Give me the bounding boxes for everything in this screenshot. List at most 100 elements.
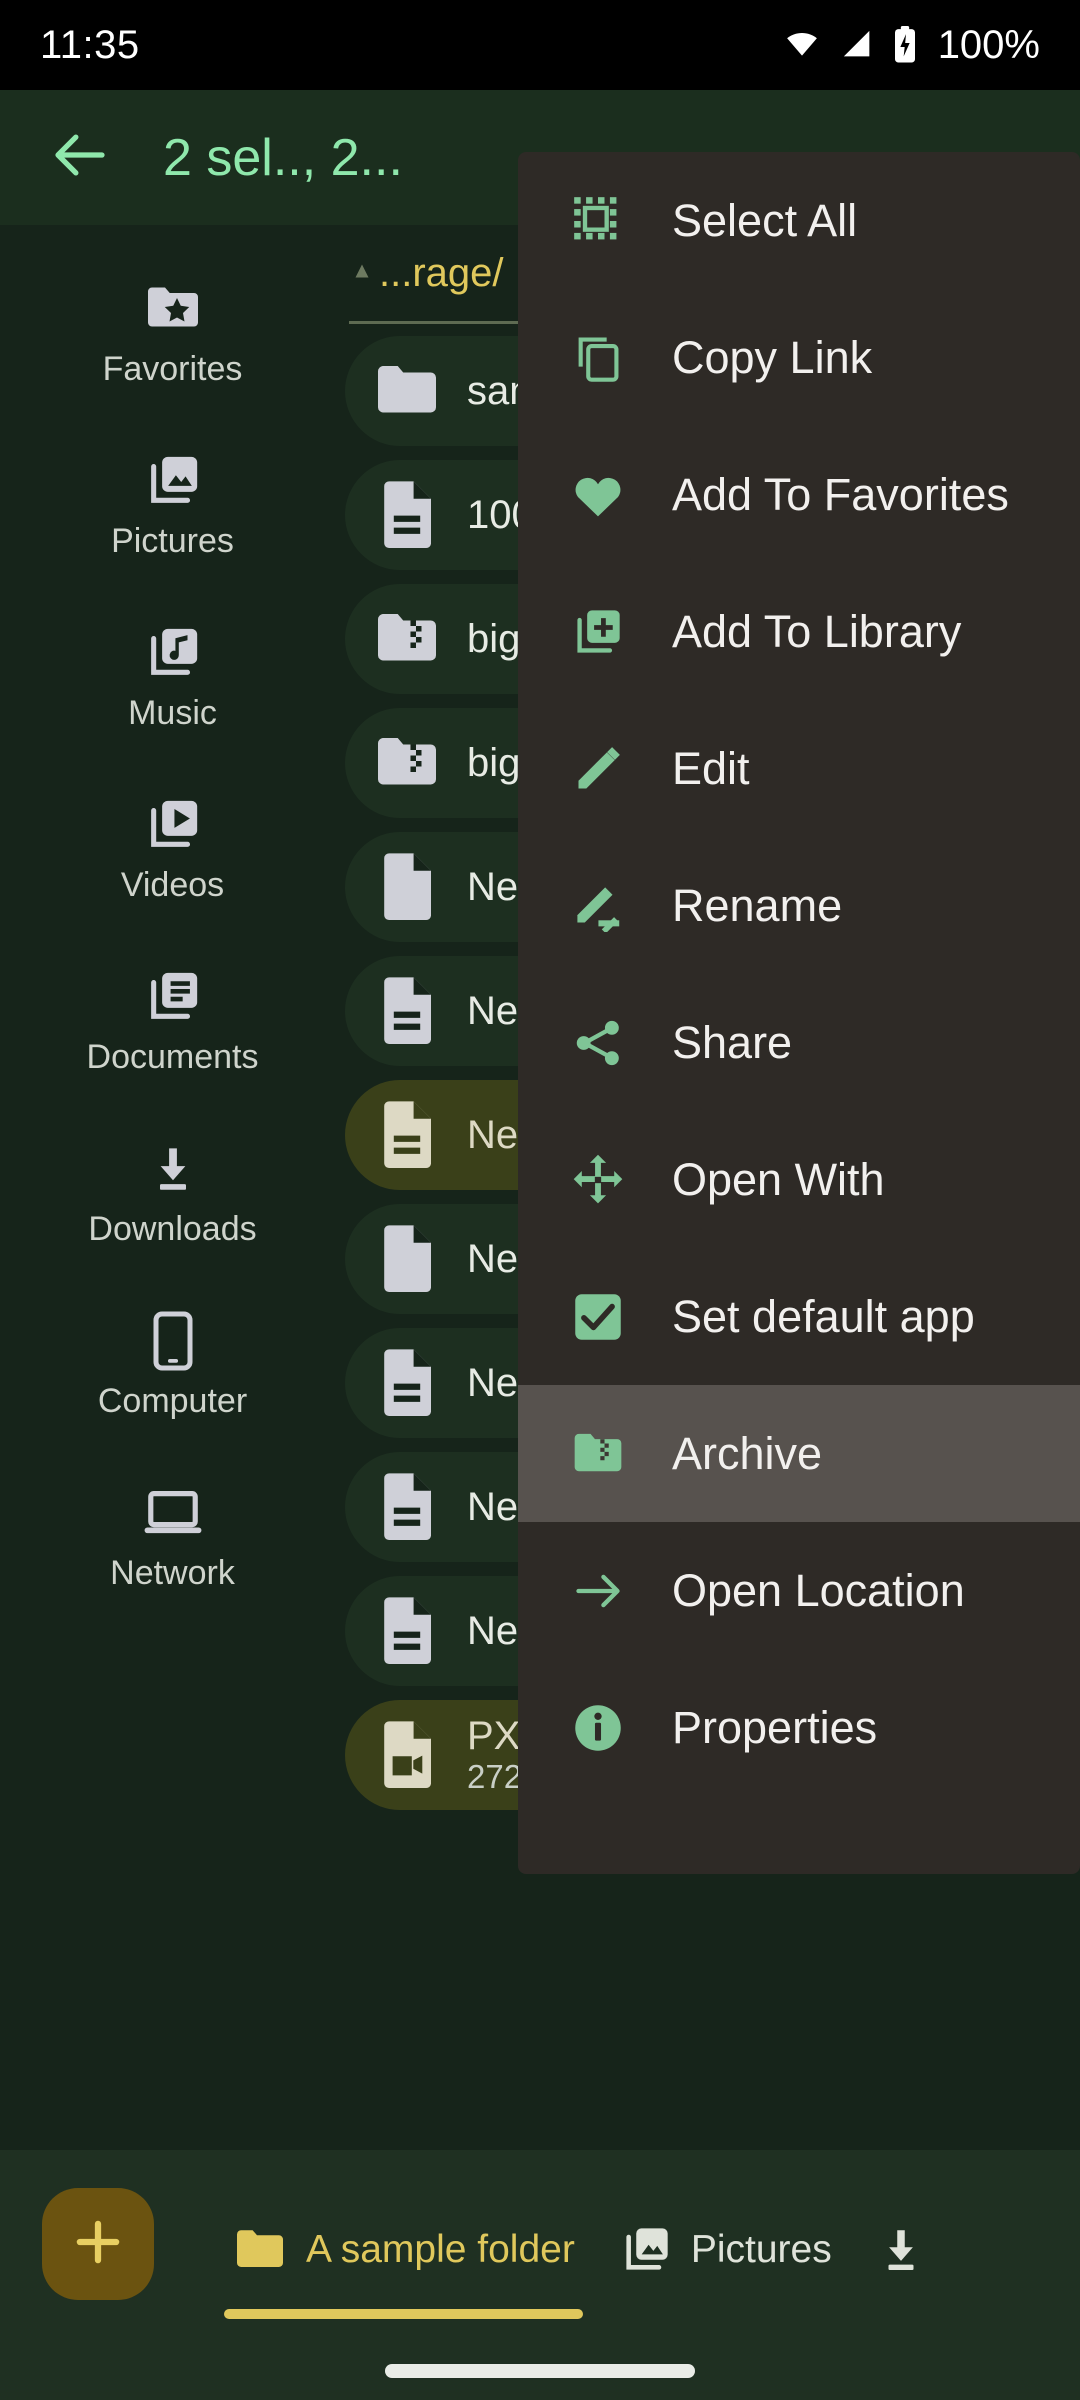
menu-item-label: Select All bbox=[672, 195, 857, 247]
status-bar-clock: 11:35 bbox=[40, 23, 140, 68]
archive-icon bbox=[369, 610, 445, 668]
wifi-icon bbox=[780, 28, 824, 62]
text-file-icon bbox=[369, 479, 445, 551]
download-icon bbox=[876, 2223, 926, 2277]
open-with-icon bbox=[566, 1153, 630, 1207]
menu-item-label: Archive bbox=[672, 1428, 822, 1480]
menu-item-label: Add To Favorites bbox=[672, 469, 1009, 521]
menu-item-set-default-app[interactable]: Set default app bbox=[518, 1248, 1080, 1385]
menu-item-add-to-favorites[interactable]: Add To Favorites bbox=[518, 426, 1080, 563]
sidebar-item-label: Music bbox=[128, 694, 217, 733]
download-icon bbox=[147, 1138, 199, 1200]
menu-item-copy-link[interactable]: Copy Link bbox=[518, 289, 1080, 426]
menu-item-edit[interactable]: Edit bbox=[518, 700, 1080, 837]
menu-item-label: Add To Library bbox=[672, 606, 961, 658]
context-menu: Select All Copy Link Add To Favorites bbox=[518, 152, 1080, 1874]
menu-item-select-all[interactable]: Select All bbox=[518, 152, 1080, 289]
folder-star-icon bbox=[143, 278, 203, 340]
pictures-library-icon bbox=[619, 2224, 673, 2276]
sidebar-item-favorites[interactable]: Favorites bbox=[0, 247, 345, 419]
copy-icon bbox=[566, 332, 630, 384]
breadcrumb-path: ...rage/ bbox=[379, 251, 504, 296]
sidebar-item-computer[interactable]: Computer bbox=[0, 1279, 345, 1451]
menu-item-archive[interactable]: Archive bbox=[518, 1385, 1080, 1522]
heart-icon bbox=[566, 469, 630, 521]
laptop-icon bbox=[142, 1482, 204, 1544]
music-library-icon bbox=[143, 622, 203, 684]
back-button[interactable] bbox=[25, 103, 135, 213]
sidebar-item-videos[interactable]: Videos bbox=[0, 763, 345, 935]
tab-label: Pictures bbox=[691, 2228, 832, 2272]
sidebar-item-label: Computer bbox=[98, 1382, 247, 1421]
home-indicator bbox=[385, 2364, 695, 2378]
rename-pencil-icon bbox=[566, 880, 630, 932]
tab-pictures[interactable]: Pictures bbox=[597, 2175, 854, 2325]
archive-icon bbox=[369, 734, 445, 792]
menu-item-open-location[interactable]: Open Location bbox=[518, 1522, 1080, 1659]
back-arrow-icon bbox=[47, 122, 113, 193]
sidebar-item-label: Downloads bbox=[88, 1210, 256, 1249]
pictures-library-icon bbox=[143, 450, 203, 512]
share-icon bbox=[566, 1017, 630, 1069]
checkbox-check-icon bbox=[566, 1291, 630, 1343]
battery-charging-icon bbox=[892, 25, 918, 65]
menu-item-label: Edit bbox=[672, 743, 750, 795]
archive-folder-icon bbox=[566, 1430, 630, 1478]
menu-item-label: Copy Link bbox=[672, 332, 872, 384]
menu-item-label: Rename bbox=[672, 880, 842, 932]
menu-item-label: Open With bbox=[672, 1154, 885, 1206]
tab-label: A sample folder bbox=[306, 2228, 575, 2272]
menu-item-properties[interactable]: Properties bbox=[518, 1659, 1080, 1796]
bottom-tab-strip: A sample folder Pictures bbox=[210, 2150, 966, 2350]
arrow-right-icon bbox=[566, 1565, 630, 1617]
blank-file-icon bbox=[369, 851, 445, 923]
tab-a-sample-folder[interactable]: A sample folder bbox=[210, 2175, 597, 2325]
tab-downloads[interactable] bbox=[854, 2175, 966, 2325]
sidebar: Favorites Pictures bbox=[0, 225, 345, 2150]
sidebar-item-label: Favorites bbox=[103, 350, 243, 389]
sidebar-item-pictures[interactable]: Pictures bbox=[0, 419, 345, 591]
text-file-icon bbox=[369, 975, 445, 1047]
add-to-library-icon bbox=[566, 606, 630, 658]
text-file-icon bbox=[369, 1099, 445, 1171]
video-library-icon bbox=[143, 794, 203, 856]
page-title: 2 sel.., 2... bbox=[163, 128, 403, 188]
text-file-icon bbox=[369, 1471, 445, 1543]
text-file-icon bbox=[369, 1595, 445, 1667]
menu-item-share[interactable]: Share bbox=[518, 974, 1080, 1111]
battery-percent-label: 100% bbox=[938, 23, 1040, 68]
menu-item-label: Set default app bbox=[672, 1291, 975, 1343]
menu-item-rename[interactable]: Rename bbox=[518, 837, 1080, 974]
cellular-signal-icon bbox=[838, 28, 878, 62]
folder-icon bbox=[232, 2227, 288, 2273]
phone-icon bbox=[150, 1310, 196, 1372]
blank-file-icon bbox=[369, 1223, 445, 1295]
app-screen: 11:35 100% bbox=[0, 0, 1080, 2400]
sidebar-item-documents[interactable]: Documents bbox=[0, 935, 345, 1107]
menu-item-add-to-library[interactable]: Add To Library bbox=[518, 563, 1080, 700]
tab-active-indicator bbox=[224, 2309, 583, 2319]
sidebar-item-label: Documents bbox=[87, 1038, 259, 1077]
status-bar-icons: 100% bbox=[780, 23, 1040, 68]
sidebar-item-label: Network bbox=[110, 1554, 235, 1593]
sidebar-item-network[interactable]: Network bbox=[0, 1451, 345, 1623]
status-bar: 11:35 100% bbox=[0, 0, 1080, 90]
text-file-icon bbox=[369, 1347, 445, 1419]
menu-item-label: Properties bbox=[672, 1702, 877, 1754]
video-file-icon bbox=[369, 1719, 445, 1791]
info-icon bbox=[566, 1702, 630, 1754]
bottom-bar: A sample folder Pictures bbox=[0, 2150, 1080, 2400]
sidebar-item-music[interactable]: Music bbox=[0, 591, 345, 763]
plus-icon bbox=[69, 2213, 127, 2276]
select-all-icon bbox=[566, 195, 630, 247]
pencil-icon bbox=[566, 743, 630, 795]
sidebar-item-downloads[interactable]: Downloads bbox=[0, 1107, 345, 1279]
documents-library-icon bbox=[143, 966, 203, 1028]
menu-item-label: Share bbox=[672, 1017, 792, 1069]
breadcrumb-chevron-icon bbox=[349, 258, 375, 289]
menu-item-open-with[interactable]: Open With bbox=[518, 1111, 1080, 1248]
menu-item-label: Open Location bbox=[672, 1565, 965, 1617]
add-button[interactable] bbox=[42, 2188, 154, 2300]
sidebar-item-label: Pictures bbox=[111, 522, 234, 561]
sidebar-item-label: Videos bbox=[121, 866, 224, 905]
